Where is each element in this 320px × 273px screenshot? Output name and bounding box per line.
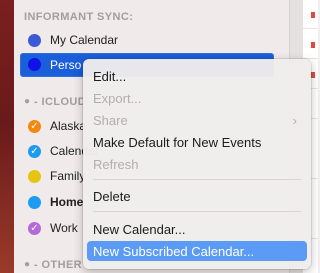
menu-item-share: Share ›: [87, 110, 307, 130]
menu-item-new-calendar[interactable]: New Calendar...: [87, 219, 307, 239]
menu-item-label: New Calendar...: [93, 222, 186, 237]
context-menu: Edit... Export... Share › Make Default f…: [83, 59, 311, 269]
menu-item-export: Export...: [87, 88, 307, 108]
desktop-wallpaper: [0, 0, 14, 273]
grid-line: [303, 28, 318, 29]
menu-item-label: Make Default for New Events: [93, 135, 262, 150]
menu-item-label: New Subscribed Calendar...: [93, 244, 255, 259]
event-marker[interactable]: [311, 12, 315, 18]
menu-item-label: Refresh: [93, 157, 139, 172]
menu-item-delete[interactable]: Delete: [87, 186, 307, 206]
checkmark-icon[interactable]: ✓: [28, 222, 41, 235]
menu-item-new-subscribed-calendar[interactable]: New Subscribed Calendar...: [87, 241, 307, 261]
menu-item-label: Share: [93, 113, 128, 128]
section-header-icloud: - ICLOUD: [34, 96, 87, 108]
menu-separator: [93, 179, 301, 180]
menu-separator: [93, 211, 301, 212]
menu-item-label: Export...: [93, 91, 142, 106]
section-header-informant-sync: INFORMANT SYNC:: [24, 11, 134, 23]
checkmark-icon[interactable]: ✓: [28, 145, 41, 158]
calendar-item-label: My Calendar: [50, 33, 119, 47]
calendar-color-dot[interactable]: [28, 34, 41, 47]
checkmark-icon[interactable]: ✓: [28, 120, 41, 133]
event-marker[interactable]: [311, 42, 315, 48]
menu-item-edit[interactable]: Edit...: [87, 66, 307, 86]
menu-item-refresh: Refresh: [87, 154, 307, 174]
menu-item-label: Edit...: [93, 69, 127, 84]
calendar-item-my-calendar[interactable]: My Calendar: [22, 30, 274, 50]
chevron-right-icon: ›: [292, 113, 297, 128]
section-header-other: - OTHER: [34, 259, 83, 271]
calendar-color-dot[interactable]: [28, 196, 41, 209]
menu-item-label: Delete: [93, 189, 131, 204]
event-marker[interactable]: [311, 72, 315, 78]
apple-icon: ●: [24, 259, 31, 270]
apple-icon: ●: [24, 96, 31, 107]
calendar-color-dot[interactable]: [28, 170, 41, 183]
calendar-color-dot[interactable]: [28, 58, 41, 71]
menu-item-make-default[interactable]: Make Default for New Events: [87, 132, 307, 152]
